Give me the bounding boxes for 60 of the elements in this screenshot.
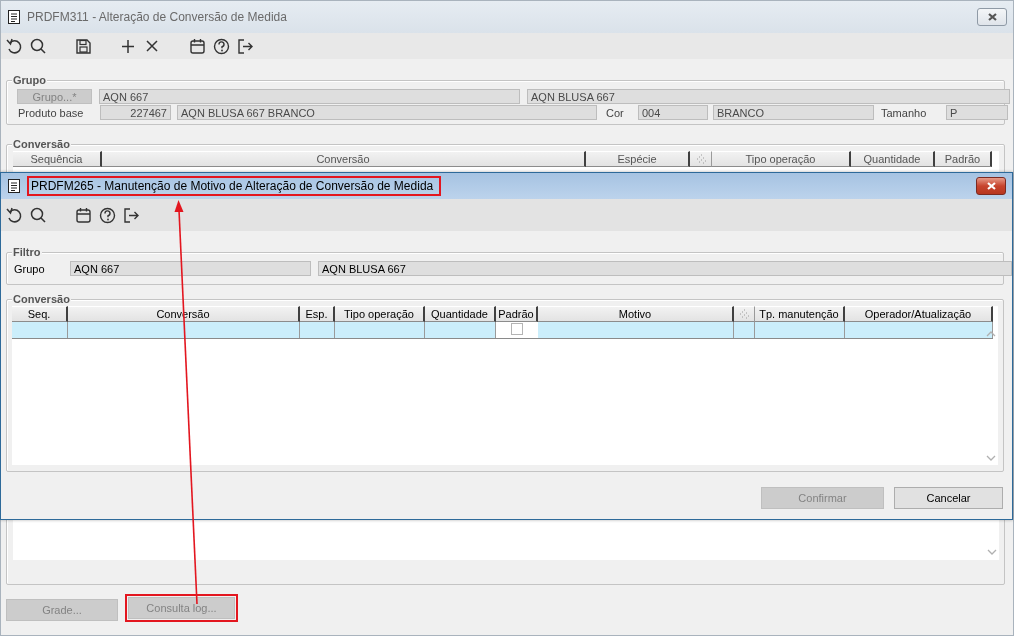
column-header[interactable]: Padrão (496, 306, 538, 322)
column-header[interactable]: Motivo (538, 306, 734, 322)
app-icon (6, 178, 22, 194)
save-icon[interactable] (74, 36, 93, 56)
column-header[interactable] (690, 151, 712, 167)
push-button[interactable]: Cancelar (894, 487, 1003, 509)
calendar-icon[interactable] (188, 36, 207, 56)
scroll-up-icon[interactable] (986, 330, 996, 338)
text-field[interactable]: AQN 667 (70, 261, 311, 276)
column-header[interactable]: Espécie (586, 151, 690, 167)
text-field[interactable]: AQN BLUSA 667 BRANCO (177, 105, 597, 120)
column-header[interactable] (734, 306, 755, 322)
window-title: PRDFM265 - Manutenção de Motivo de Alteração de Conversão de Medida (31, 179, 434, 193)
grip-icon (694, 154, 707, 164)
search-icon[interactable] (29, 205, 48, 225)
column-header[interactable]: Sequência (13, 151, 102, 167)
app-icon (6, 9, 22, 25)
window-title: PRDFM311 - Alteração de Conversão de Medida (27, 10, 287, 24)
table-cell (12, 322, 68, 338)
text-field[interactable]: P (946, 105, 1008, 120)
column-header[interactable]: Quantidade (851, 151, 935, 167)
group-legend: Filtro (12, 246, 42, 259)
column-header[interactable]: Conversão (102, 151, 586, 167)
column-header[interactable]: Esp. (300, 306, 335, 322)
column-header[interactable]: Tp. manutenção (755, 306, 845, 322)
column-header[interactable]: Tipo operação (335, 306, 425, 322)
column-header[interactable]: Operador/Atualização (845, 306, 993, 322)
refresh-icon[interactable] (5, 36, 24, 56)
calendar-icon[interactable] (74, 205, 93, 225)
table-cell (300, 322, 335, 338)
checkbox[interactable] (511, 323, 523, 335)
table-cell (425, 322, 496, 338)
grip-icon (738, 309, 750, 319)
field-label: Grupo (13, 262, 46, 275)
column-header[interactable]: Tipo operação (712, 151, 851, 167)
field-label: Cor (605, 106, 625, 119)
exit-icon[interactable] (236, 36, 255, 56)
group-legend: Conversão (12, 138, 71, 151)
table-cell (734, 322, 755, 338)
group-legend: Grupo (12, 74, 47, 87)
exit-icon[interactable] (122, 205, 141, 225)
field-label: Tamanho (880, 106, 928, 119)
column-header[interactable]: Quantidade (425, 306, 496, 322)
refresh-icon[interactable] (5, 205, 24, 225)
text-field[interactable]: AQN 667 (99, 89, 520, 104)
group-legend: Conversão (12, 293, 71, 306)
text-field[interactable]: AQN BLUSA 667 (527, 89, 1010, 104)
column-header[interactable]: Padrão (935, 151, 992, 167)
close-button[interactable] (976, 177, 1006, 195)
text-field[interactable]: BRANCO (713, 105, 874, 120)
field-label: Produto base (17, 106, 85, 119)
text-field[interactable]: 227467 (100, 105, 171, 120)
table-row[interactable] (12, 322, 993, 339)
text-field[interactable]: AQN BLUSA 667 (318, 261, 1012, 276)
help-icon[interactable] (212, 36, 231, 56)
column-header[interactable]: Seq. (12, 306, 68, 322)
help-icon[interactable] (98, 205, 117, 225)
text-field[interactable]: 004 (638, 105, 708, 120)
close-button[interactable] (977, 8, 1007, 26)
search-icon[interactable] (29, 36, 48, 56)
